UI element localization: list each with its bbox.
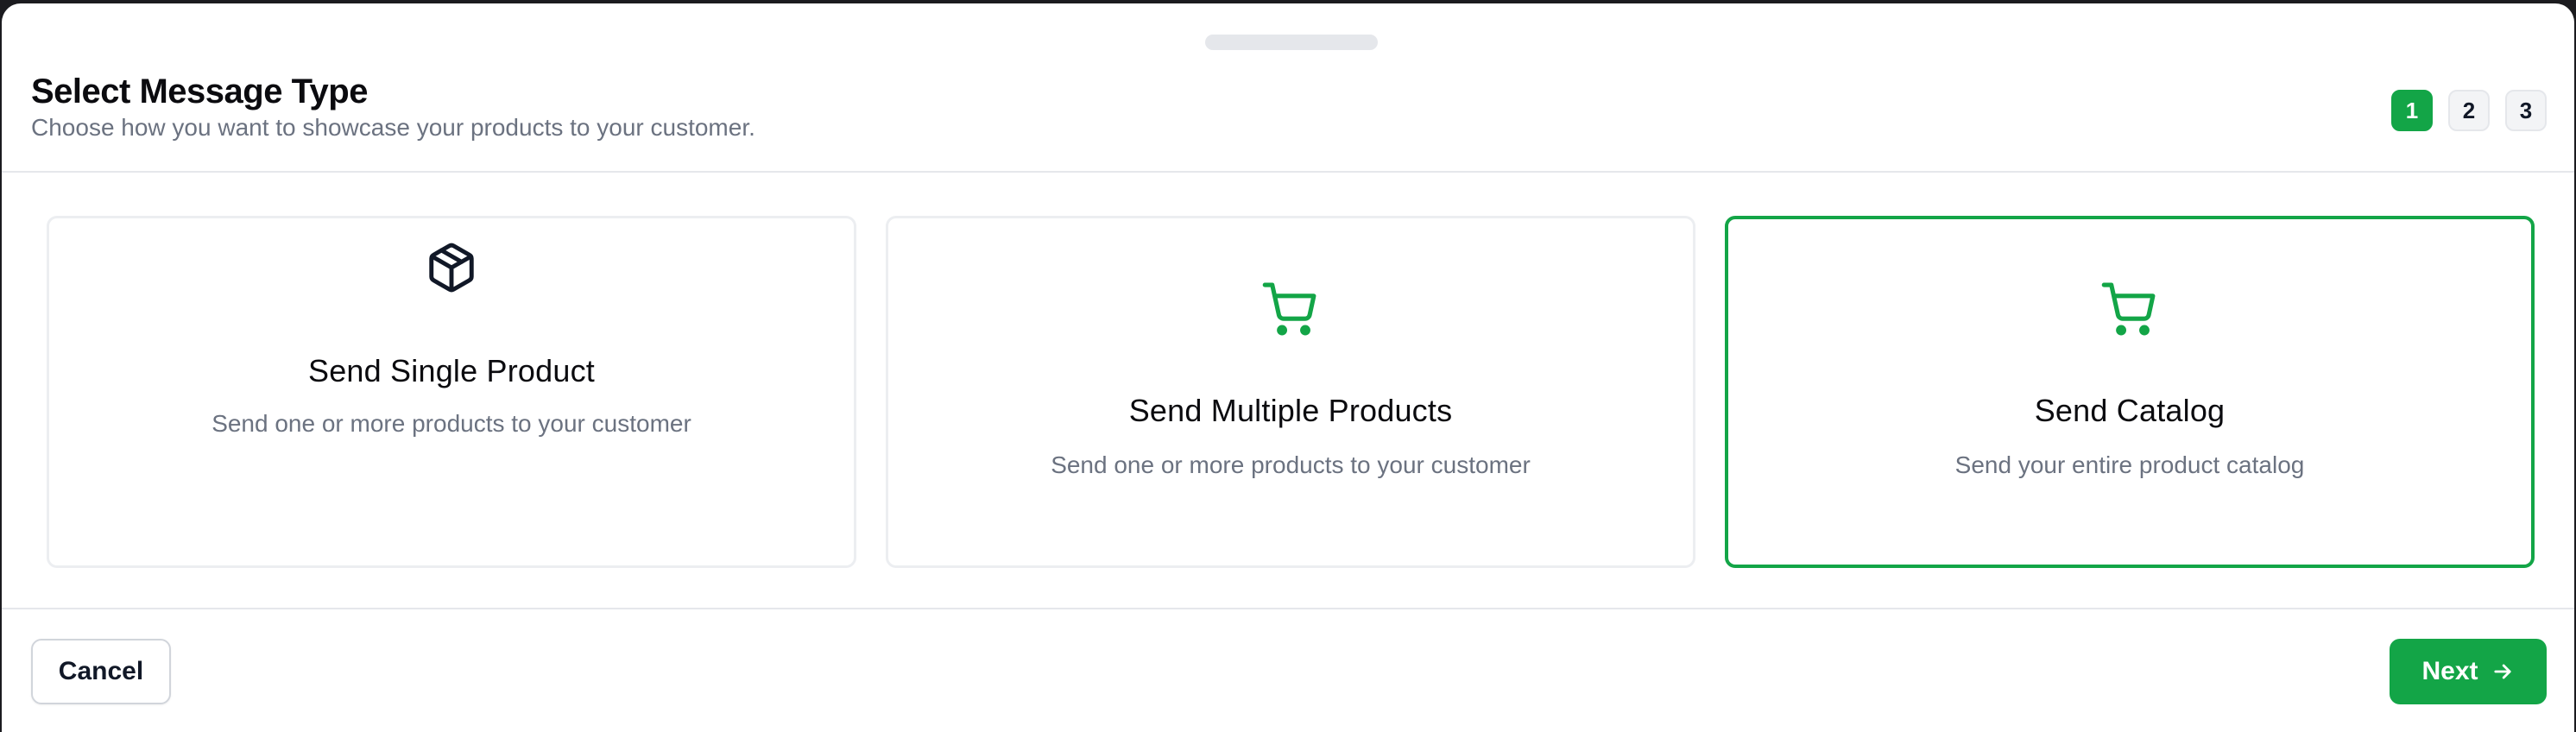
option-title: Send Multiple Products	[1128, 393, 1453, 428]
cancel-button[interactable]: Cancel	[31, 639, 171, 704]
option-title: Send Single Product	[307, 353, 596, 388]
header-divider	[2, 171, 2574, 173]
option-description: Send one or more products to your custom…	[1051, 451, 1531, 478]
next-button[interactable]: Next	[2390, 639, 2547, 704]
shopping-cart-icon	[1261, 279, 1320, 338]
drag-handle[interactable]	[1205, 35, 1378, 50]
option-card-single-product[interactable]: Send Single Product Send one or more pro…	[47, 216, 856, 568]
option-card-multiple-products[interactable]: Send Multiple Products Send one or more …	[886, 216, 1695, 568]
option-description: Send your entire product catalog	[1954, 451, 2305, 478]
dialog-subtitle: Choose how you want to showcase your pro…	[31, 114, 755, 141]
arrow-right-icon	[2491, 659, 2515, 684]
step-1[interactable]: 1	[2391, 90, 2433, 131]
option-title: Send Catalog	[2034, 393, 2226, 428]
package-icon	[425, 241, 478, 294]
option-card-catalog[interactable]: Send Catalog Send your entire product ca…	[1725, 216, 2535, 568]
option-description: Send one or more products to your custom…	[212, 410, 691, 437]
footer-divider	[2, 608, 2574, 609]
step-indicator: 1 2 3	[2391, 90, 2547, 131]
dialog-title: Select Message Type	[31, 73, 368, 110]
message-type-options: Send Single Product Send one or more pro…	[47, 216, 2536, 568]
message-type-dialog: Select Message Type Choose how you want …	[2, 3, 2574, 732]
step-3[interactable]: 3	[2505, 90, 2547, 131]
next-button-label: Next	[2421, 657, 2478, 685]
cancel-button-label: Cancel	[58, 657, 144, 685]
shopping-cart-icon	[2100, 279, 2159, 338]
step-2[interactable]: 2	[2448, 90, 2490, 131]
